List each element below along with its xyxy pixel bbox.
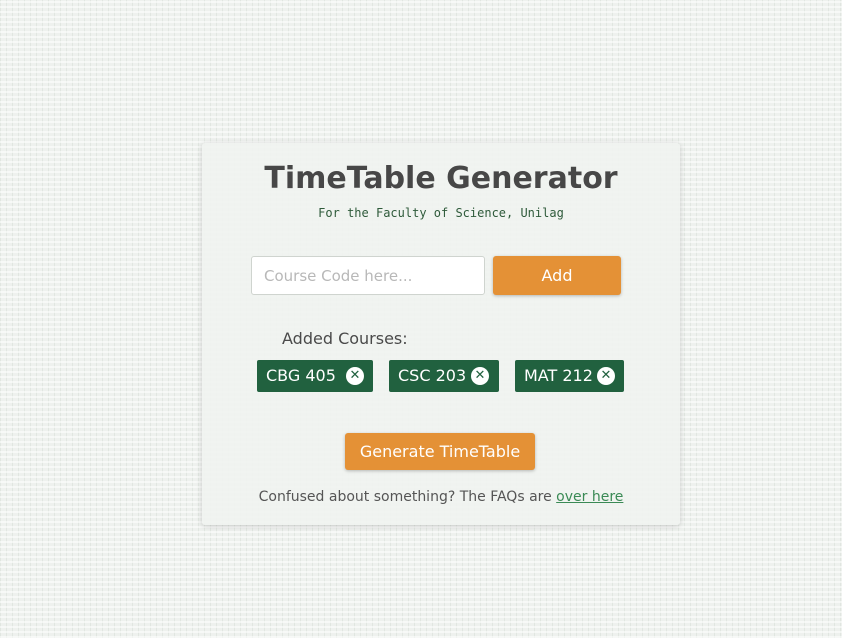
generator-card: TimeTable Generator For the Faculty of S… [202, 143, 680, 525]
page-title: TimeTable Generator [264, 161, 618, 196]
added-courses-label: Added Courses: [282, 329, 408, 348]
course-chip: CSC 203 ✕ [389, 360, 499, 392]
faq-text: Confused about something? The FAQs are [258, 489, 557, 505]
close-circle-icon[interactable]: ✕ [346, 367, 364, 385]
course-chip-label: CBG 405 [266, 366, 336, 385]
generate-timetable-button[interactable]: Generate TimeTable [345, 433, 535, 470]
faq-note: Confused about something? The FAQs are o… [202, 489, 680, 505]
course-chip: MAT 212 ✕ [515, 360, 624, 392]
course-chip-label: MAT 212 [524, 366, 593, 385]
close-circle-icon[interactable]: ✕ [471, 367, 489, 385]
course-chip-label: CSC 203 [398, 366, 467, 385]
page-subtitle: For the Faculty of Science, Unilag [318, 206, 564, 220]
close-circle-icon[interactable]: ✕ [597, 367, 615, 385]
course-code-input[interactable] [251, 256, 485, 295]
add-course-button[interactable]: Add [493, 256, 621, 295]
faq-link[interactable]: over here [556, 489, 623, 505]
course-chip: CBG 405 ✕ [257, 360, 373, 392]
